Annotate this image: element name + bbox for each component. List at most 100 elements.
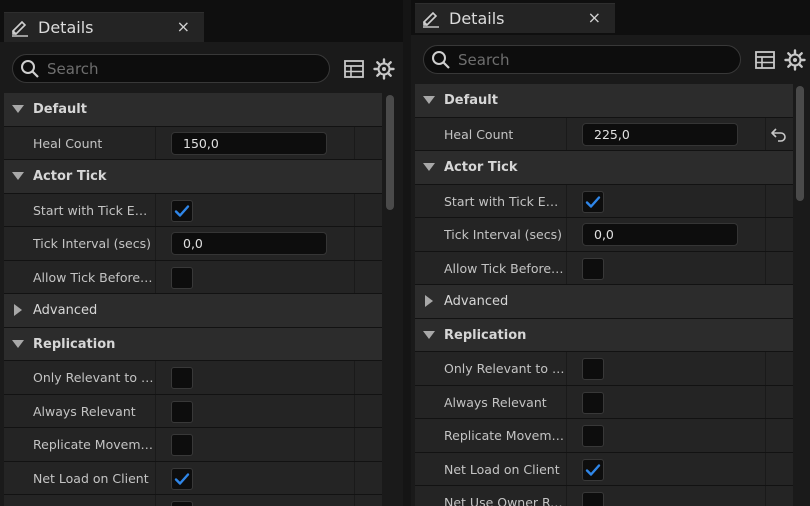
column-divider[interactable] <box>566 486 567 506</box>
tab-title: Details <box>38 18 94 37</box>
search-input[interactable] <box>458 50 728 70</box>
column-divider[interactable] <box>155 394 156 427</box>
column-divider[interactable] <box>566 117 567 150</box>
column-divider[interactable] <box>155 227 156 260</box>
table-view-icon[interactable] <box>343 58 365 80</box>
triangle-down-icon[interactable] <box>12 105 24 113</box>
column-divider <box>354 461 355 494</box>
replicate-movement-checkbox[interactable] <box>171 434 193 456</box>
triangle-down-icon[interactable] <box>423 330 435 339</box>
column-divider[interactable] <box>155 193 156 226</box>
net-load-on-client-checkbox[interactable] <box>171 467 193 490</box>
scroll-thumb[interactable] <box>386 95 394 210</box>
property-row-net-load-on-client: Net Load on Client <box>415 452 793 486</box>
details-tab[interactable]: Details × <box>415 3 615 33</box>
property-label: Always Relevant <box>33 403 136 419</box>
search-box[interactable] <box>12 54 330 83</box>
reset-to-default-icon[interactable] <box>770 126 788 144</box>
scrollbar[interactable] <box>385 93 395 506</box>
property-row-replicate-movement: Replicate Movement <box>4 428 382 462</box>
tab-title: Details <box>449 9 505 28</box>
column-divider[interactable] <box>155 495 156 506</box>
category-label: Replication <box>33 336 116 352</box>
close-icon[interactable]: × <box>177 17 190 36</box>
close-icon[interactable]: × <box>588 8 601 27</box>
search-input[interactable] <box>47 59 317 79</box>
search-box[interactable] <box>423 45 741 74</box>
column-divider[interactable] <box>566 184 567 217</box>
column-divider <box>354 260 355 293</box>
category-label: Replication <box>444 327 527 343</box>
property-row-replicate-movement: Replicate Movement <box>415 419 793 453</box>
column-divider <box>765 251 766 284</box>
category-label: Advanced <box>33 303 98 318</box>
triangle-right-icon[interactable] <box>14 304 22 316</box>
column-divider[interactable] <box>566 352 567 385</box>
column-divider <box>354 394 355 427</box>
triangle-down-icon[interactable] <box>12 339 24 348</box>
column-divider[interactable] <box>566 218 567 251</box>
category-label: Advanced <box>444 294 509 309</box>
details-tab[interactable]: Details × <box>4 12 204 42</box>
always-relevant-checkbox[interactable] <box>582 391 604 414</box>
column-divider[interactable] <box>155 126 156 159</box>
property-row-allow-tick-before-beginplay: Allow Tick Before BeginPlay <box>415 251 793 285</box>
start-with-tick-enabled-checkbox[interactable] <box>171 199 193 222</box>
start-with-tick-enabled-checkbox[interactable] <box>582 190 604 213</box>
net-use-owner-relevancy-checkbox[interactable] <box>171 501 193 506</box>
column-divider <box>354 428 355 461</box>
triangle-down-icon[interactable] <box>423 96 435 104</box>
property-label: Tick Interval (secs) <box>33 236 151 251</box>
tick-interval-secs-field[interactable]: 0,0 <box>582 223 738 246</box>
category-replication[interactable]: Replication <box>4 327 382 361</box>
triangle-right-icon[interactable] <box>425 295 433 307</box>
net-use-owner-relevancy-checkbox[interactable] <box>582 492 604 506</box>
scrollbar[interactable] <box>795 84 805 506</box>
property-row-always-relevant: Always Relevant <box>4 394 382 428</box>
heal-count-field[interactable]: 150,0 <box>171 131 327 155</box>
tick-interval-secs-field[interactable]: 0,0 <box>171 232 327 255</box>
only-relevant-to-owner-checkbox[interactable] <box>582 358 604 380</box>
heal-count-field[interactable]: 225,0 <box>582 122 738 146</box>
column-divider[interactable] <box>566 251 567 284</box>
column-divider[interactable] <box>566 452 567 485</box>
scroll-thumb[interactable] <box>796 86 804 201</box>
column-divider[interactable] <box>155 260 156 293</box>
always-relevant-checkbox[interactable] <box>171 400 193 423</box>
category-actor-tick[interactable]: Actor Tick <box>415 151 793 185</box>
allow-tick-before-beginplay-checkbox[interactable] <box>582 257 604 280</box>
net-load-on-client-checkbox[interactable] <box>582 458 604 481</box>
property-label: Replicate Movement <box>33 437 155 452</box>
category-advanced[interactable]: Advanced <box>4 294 382 328</box>
property-label: Start with Tick Enabled <box>444 193 566 209</box>
column-divider[interactable] <box>155 361 156 394</box>
property-label: Heal Count <box>444 126 514 142</box>
column-divider[interactable] <box>155 428 156 461</box>
category-default[interactable]: Default <box>415 84 793 118</box>
property-label: Tick Interval (secs) <box>444 227 562 242</box>
category-label: Default <box>33 102 87 117</box>
column-divider[interactable] <box>155 461 156 494</box>
category-advanced[interactable]: Advanced <box>415 285 793 319</box>
category-replication[interactable]: Replication <box>415 318 793 352</box>
column-divider[interactable] <box>566 385 567 418</box>
category-label: Actor Tick <box>33 169 107 184</box>
triangle-down-icon[interactable] <box>12 172 24 180</box>
gear-icon[interactable] <box>784 49 806 71</box>
triangle-down-icon[interactable] <box>423 163 435 171</box>
column-divider[interactable] <box>566 419 567 452</box>
replicate-movement-checkbox[interactable] <box>582 425 604 447</box>
property-label: Only Relevant to Owner <box>444 361 566 376</box>
column-divider <box>765 184 766 217</box>
table-view-icon[interactable] <box>754 49 776 71</box>
property-label: Allow Tick Before BeginPlay <box>33 269 155 285</box>
details-panel-left: Details × Default Heal Count 150,0 Actor Tick… <box>0 0 403 506</box>
column-divider <box>765 352 766 385</box>
only-relevant-to-owner-checkbox[interactable] <box>171 367 193 389</box>
category-actor-tick[interactable]: Actor Tick <box>4 160 382 194</box>
category-default[interactable]: Default <box>4 93 382 127</box>
category-label: Actor Tick <box>444 160 518 175</box>
details-toolbar <box>411 35 810 83</box>
allow-tick-before-beginplay-checkbox[interactable] <box>171 266 193 289</box>
gear-icon[interactable] <box>373 58 395 80</box>
